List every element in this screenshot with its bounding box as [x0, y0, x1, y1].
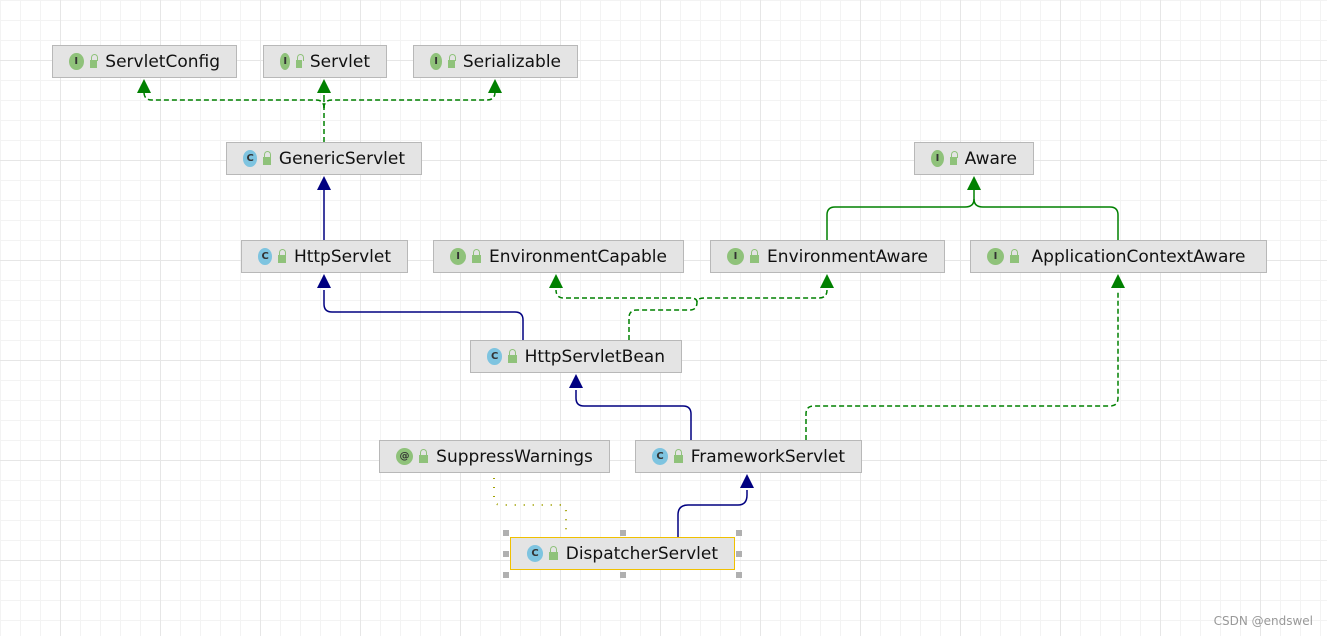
public-lock-icon [472, 248, 481, 263]
public-lock-icon [419, 448, 428, 463]
public-lock-icon [750, 248, 759, 263]
node-label: DispatcherServlet [565, 543, 718, 564]
interface-icon: I [931, 150, 944, 167]
node-dispatcherservlet[interactable]: C DispatcherServlet [510, 537, 735, 570]
public-lock-icon [89, 53, 98, 68]
resize-handle[interactable] [736, 572, 742, 578]
interface-icon: I [280, 53, 291, 70]
node-label: HttpServlet [293, 246, 391, 267]
public-lock-icon [263, 150, 271, 165]
public-lock-icon [296, 53, 306, 68]
resize-handle[interactable] [736, 530, 742, 536]
node-suppresswarnings[interactable]: @ SuppressWarnings [379, 440, 610, 473]
resize-handle[interactable] [619, 530, 626, 536]
node-servletconfig[interactable]: I ServletConfig [52, 45, 237, 78]
node-label: SuppressWarnings [436, 446, 593, 467]
node-label: ApplicationContextAware [1031, 246, 1246, 267]
edge-annotation [493, 478, 567, 530]
interface-icon: I [69, 53, 84, 70]
class-icon: C [527, 545, 544, 562]
node-environmentaware[interactable]: I EnvironmentAware [710, 240, 945, 273]
resize-handle[interactable] [736, 551, 742, 557]
node-serializable[interactable]: I Serializable [413, 45, 578, 78]
public-lock-icon [1010, 248, 1019, 263]
resize-handle[interactable] [503, 530, 509, 536]
abstract-class-icon: C [243, 150, 258, 167]
watermark: CSDN @endswel [1213, 614, 1313, 628]
node-servlet[interactable]: I Servlet [263, 45, 387, 78]
resize-handle[interactable] [503, 551, 509, 557]
node-httpservlet[interactable]: C HttpServlet [241, 240, 408, 273]
node-frameworkservlet[interactable]: C FrameworkServlet [635, 440, 862, 473]
node-label: Aware [964, 148, 1017, 169]
abstract-class-icon: C [258, 248, 273, 265]
resize-handle[interactable] [503, 572, 509, 578]
annotation-icon: @ [396, 448, 413, 465]
node-httpservletbean[interactable]: C HttpServletBean [470, 340, 682, 373]
interface-icon: I [430, 53, 443, 70]
public-lock-icon [674, 448, 683, 463]
edge-aware [826, 190, 1119, 240]
node-label: FrameworkServlet [690, 446, 845, 467]
interface-icon: I [987, 248, 1004, 265]
node-label: ServletConfig [105, 51, 220, 72]
public-lock-icon [549, 545, 558, 560]
node-aware[interactable]: I Aware [914, 142, 1034, 175]
node-label: Servlet [309, 51, 370, 72]
node-label: GenericServlet [278, 148, 405, 169]
public-lock-icon [448, 53, 456, 68]
interface-icon: I [727, 248, 744, 265]
node-genericservlet[interactable]: C GenericServlet [226, 142, 422, 175]
node-environmentcapable[interactable]: I EnvironmentCapable [433, 240, 684, 273]
node-label: EnvironmentCapable [488, 246, 667, 267]
abstract-class-icon: C [652, 448, 669, 465]
node-label: EnvironmentAware [767, 246, 928, 267]
node-label: HttpServletBean [524, 346, 665, 367]
node-applicationcontextaware[interactable]: I ApplicationContextAware [970, 240, 1267, 273]
resize-handle[interactable] [619, 572, 626, 578]
node-label: Serializable [462, 51, 561, 72]
public-lock-icon [508, 348, 517, 363]
abstract-class-icon: C [487, 348, 503, 365]
interface-icon: I [450, 248, 467, 265]
public-lock-icon [278, 248, 286, 263]
public-lock-icon [949, 150, 958, 165]
